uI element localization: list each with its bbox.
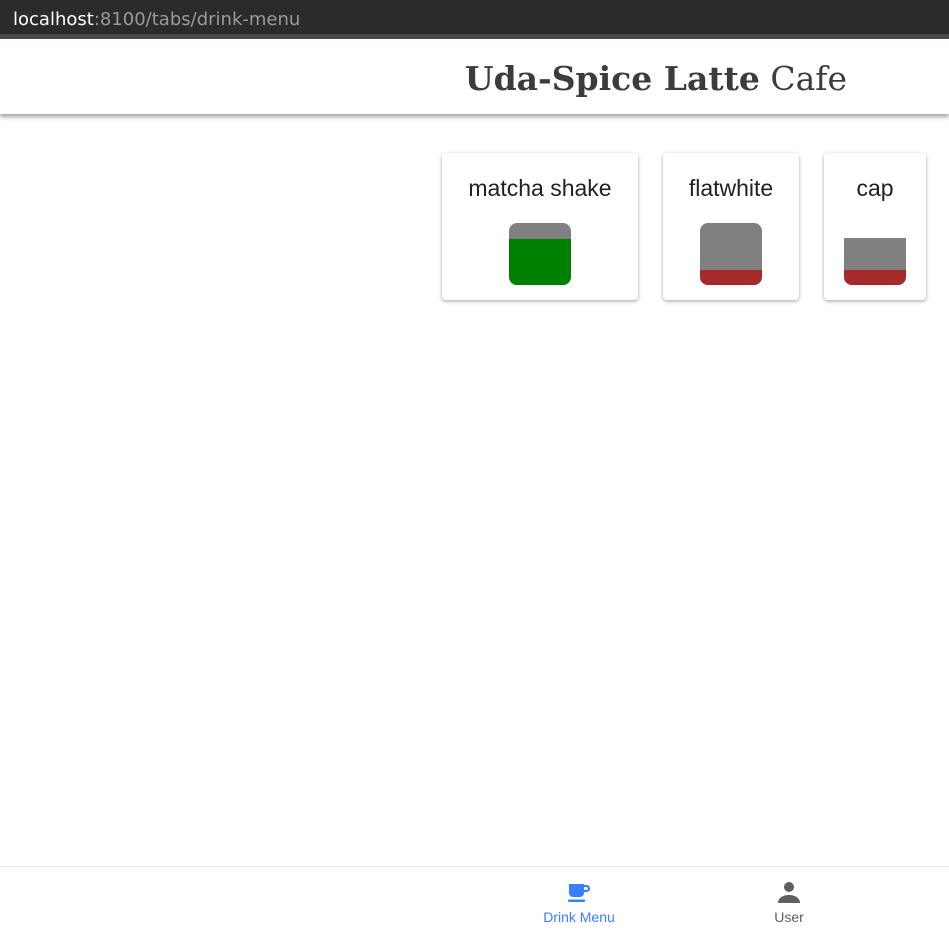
cafe-icon — [568, 884, 591, 902]
tab-drink-menu[interactable]: Drink Menu — [514, 867, 644, 935]
drink-cup-graphic — [509, 223, 571, 285]
drink-name: matcha shake — [468, 175, 612, 201]
drink-cup-graphic — [844, 238, 906, 285]
drink-cup-graphic — [700, 223, 762, 285]
title-bold: Uda-Spice Latte — [464, 59, 760, 98]
drink-fill — [700, 269, 762, 285]
drink-name: cap — [856, 175, 894, 201]
drink-fill — [844, 269, 906, 285]
tab-bar: Drink Menu User — [0, 866, 949, 935]
title-light: Cafe — [770, 59, 847, 98]
person-icon — [778, 882, 800, 903]
drink-card[interactable]: matcha shake — [442, 153, 638, 300]
tab-label: Drink Menu — [543, 909, 615, 925]
page-title: Uda-Spice Latte Cafe — [465, 59, 847, 98]
browser-address-bar[interactable]: localhost:8100/tabs/drink-menu — [0, 0, 949, 39]
url-path: :8100/tabs/drink-menu — [93, 9, 301, 30]
drink-name: flatwhite — [688, 175, 774, 201]
drink-fill — [509, 238, 571, 285]
url-host: localhost — [13, 9, 94, 30]
drink-card[interactable]: flatwhite — [663, 153, 799, 300]
app-header: Uda-Spice Latte Cafe — [0, 44, 949, 114]
tab-user[interactable]: User — [724, 867, 854, 935]
tab-label: User — [774, 909, 804, 925]
drink-card[interactable]: cap — [824, 153, 926, 300]
